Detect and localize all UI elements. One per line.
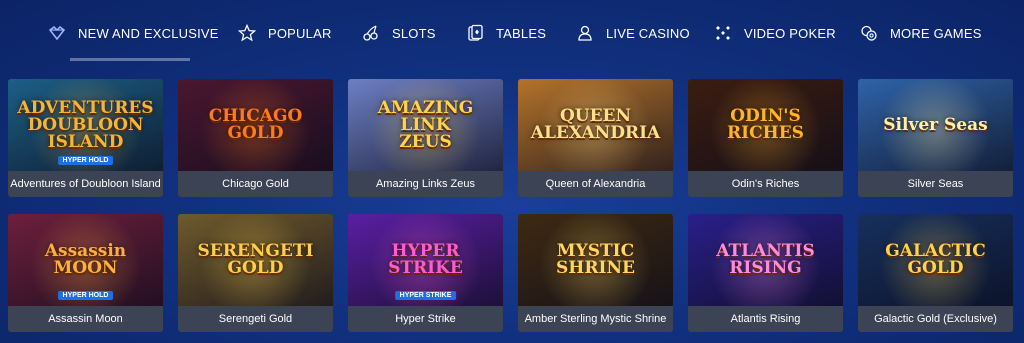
nav-label: TABLES [496, 25, 547, 41]
game-logo-text: AMAZING LINK ZEUS [377, 97, 474, 152]
game-title: Serengeti Gold [218, 313, 293, 325]
game-thumbnail[interactable]: Silver Seas [858, 79, 1013, 171]
game-logo-text: MYSTIC SHRINE [556, 241, 635, 278]
cherries-icon [362, 24, 380, 42]
game-feature-badge: HYPER STRIKE [394, 291, 457, 300]
game-logo-text: Silver Seas [883, 114, 988, 135]
game-grid: ADVENTURES DOUBLOON ISLAND HYPER HOLD Adve… [8, 79, 1013, 332]
game-thumbnail[interactable]: MYSTIC SHRINE [518, 214, 673, 306]
game-logo-text: QUEEN ALEXANDRIA [530, 106, 661, 143]
game-card[interactable]: Assassin MOON HYPER HOLD Assassin Moon [8, 214, 163, 332]
game-card[interactable]: Silver Seas Silver Seas [858, 79, 1013, 197]
game-title: Silver Seas [907, 178, 964, 190]
game-category-nav: NEW AND EXCLUSIVE POPULAR SLOTS TABLES L… [0, 0, 1024, 68]
cards-icon [466, 24, 484, 42]
game-logo-text: HYPER STRIKE [388, 241, 463, 278]
game-title: Chicago Gold [222, 178, 289, 190]
game-title: Hyper Strike [395, 313, 456, 325]
game-logo-text: CHICAGO GOLD [208, 106, 303, 143]
chips-icon [860, 24, 878, 42]
game-card[interactable]: GALACTIC GOLD Galactic Gold (Exclusive) [858, 214, 1013, 332]
game-logo-text: SERENGETI GOLD [197, 241, 314, 278]
nav-video-poker[interactable]: VIDEO POKER [714, 22, 836, 44]
dealer-icon [576, 24, 594, 42]
game-title: Amazing Links Zeus [375, 178, 476, 190]
nav-label: NEW AND EXCLUSIVE [78, 25, 219, 41]
game-logo-text: ADVENTURES DOUBLOON ISLAND [17, 97, 154, 152]
game-card[interactable]: ODIN'S RICHES Odin's Riches [688, 79, 843, 197]
game-card[interactable]: SERENGETI GOLD Serengeti Gold [178, 214, 333, 332]
game-card[interactable]: MYSTIC SHRINE Amber Sterling Mystic Shrin… [518, 214, 673, 332]
game-logo-text: GALACTIC GOLD [885, 241, 986, 278]
nav-more-games[interactable]: MORE GAMES [860, 22, 982, 44]
game-title: Amber Sterling Mystic Shrine [524, 313, 667, 325]
game-thumbnail[interactable]: CHICAGO GOLD [178, 79, 333, 171]
game-logo-text: Assassin MOON [44, 241, 127, 278]
nav-label: MORE GAMES [890, 25, 982, 41]
game-feature-badge: HYPER HOLD [57, 291, 114, 300]
game-thumbnail[interactable]: GALACTIC GOLD [858, 214, 1013, 306]
game-title: Galactic Gold (Exclusive) [874, 313, 997, 325]
nav-label: LIVE CASINO [606, 25, 690, 41]
nav-live-casino[interactable]: LIVE CASINO [576, 22, 690, 44]
game-title: Odin's Riches [731, 178, 800, 190]
game-thumbnail[interactable]: SERENGETI GOLD [178, 214, 333, 306]
casino-games-page: NEW AND EXCLUSIVE POPULAR SLOTS TABLES L… [0, 0, 1024, 343]
game-thumbnail[interactable]: QUEEN ALEXANDRIA [518, 79, 673, 171]
game-thumbnail[interactable]: ADVENTURES DOUBLOON ISLAND HYPER HOLD [8, 79, 163, 171]
nav-label: VIDEO POKER [744, 25, 836, 41]
nav-label: POPULAR [268, 25, 332, 41]
game-thumbnail[interactable]: AMAZING LINK ZEUS [348, 79, 503, 171]
game-card[interactable]: ATLANTIS RISING Atlantis Rising [688, 214, 843, 332]
active-tab-indicator [70, 58, 190, 61]
nav-slots[interactable]: SLOTS [362, 22, 436, 44]
star-icon [238, 24, 256, 42]
diamond-crown-icon [48, 24, 66, 42]
game-card[interactable]: AMAZING LINK ZEUS Amazing Links Zeus [348, 79, 503, 197]
game-thumbnail[interactable]: ODIN'S RICHES [688, 79, 843, 171]
game-title: Assassin Moon [48, 313, 123, 325]
game-title: Atlantis Rising [730, 313, 801, 325]
game-card[interactable]: HYPER STRIKE HYPER STRIKE Hyper Strike [348, 214, 503, 332]
game-thumbnail[interactable]: Assassin MOON HYPER HOLD [8, 214, 163, 306]
game-logo-text: ATLANTIS RISING [716, 241, 815, 278]
nav-popular[interactable]: POPULAR [238, 22, 332, 44]
game-thumbnail[interactable]: HYPER STRIKE HYPER STRIKE [348, 214, 503, 306]
game-title: Adventures of Doubloon Island [10, 178, 161, 190]
game-card[interactable]: QUEEN ALEXANDRIA Queen of Alexandria [518, 79, 673, 197]
nav-label: SLOTS [392, 25, 436, 41]
dice-icon [714, 24, 732, 42]
game-thumbnail[interactable]: ATLANTIS RISING [688, 214, 843, 306]
game-logo-text: ODIN'S RICHES [727, 106, 804, 143]
game-card[interactable]: ADVENTURES DOUBLOON ISLAND HYPER HOLD Adve… [8, 79, 163, 197]
game-feature-badge: HYPER HOLD [57, 156, 114, 165]
game-card[interactable]: CHICAGO GOLD Chicago Gold [178, 79, 333, 197]
game-title: Queen of Alexandria [545, 178, 646, 190]
nav-tables[interactable]: TABLES [466, 22, 546, 44]
nav-new-and-exclusive[interactable]: NEW AND EXCLUSIVE [48, 22, 219, 44]
